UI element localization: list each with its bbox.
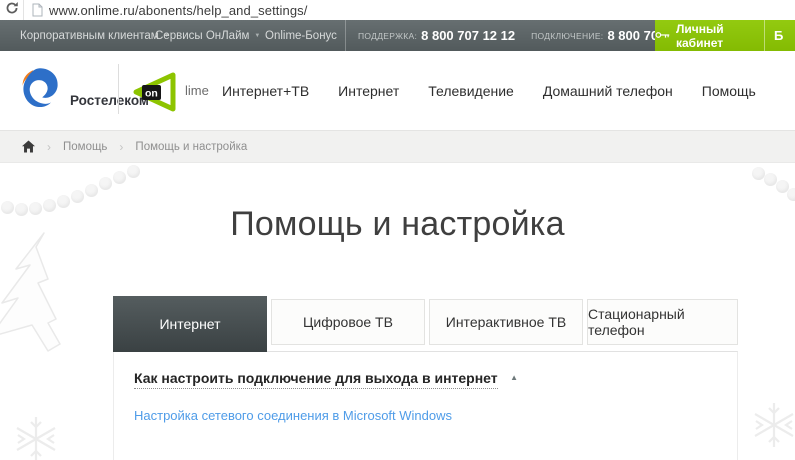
support-phone: 8 800 707 12 12 bbox=[421, 28, 516, 43]
personal-account-label: Личный кабинет bbox=[676, 21, 724, 50]
breadcrumb-item-help[interactable]: Помощь bbox=[63, 141, 107, 153]
nav-item-tv[interactable]: Телевидение bbox=[428, 83, 514, 99]
nav-item-internet[interactable]: Интернет bbox=[338, 83, 399, 99]
connection-label: ПОДКЛЮЧЕНИЕ: bbox=[531, 30, 604, 41]
key-icon bbox=[655, 27, 670, 45]
edge-button-label: Б bbox=[774, 28, 784, 43]
personal-account-button[interactable]: Личный кабинет bbox=[655, 20, 764, 51]
onlime-logo-icon: on bbox=[133, 72, 176, 112]
main-nav: Интернет+ТВ Интернет Телевидение Домашни… bbox=[222, 51, 756, 130]
topbar-link-corporate[interactable]: Корпоративным клиентам ▼ bbox=[20, 20, 170, 51]
topbar-phones: ПОДДЕРЖКА: 8 800 707 12 12 ПОДКЛЮЧЕНИЕ: … bbox=[358, 20, 701, 51]
snowflake-decoration bbox=[754, 403, 794, 447]
breadcrumb-chevron-icon: › bbox=[119, 139, 124, 154]
breadcrumb-item-current: Помощь и настройка bbox=[135, 140, 248, 153]
tab-internet[interactable]: Интернет bbox=[113, 296, 267, 352]
nav-item-internet-tv[interactable]: Интернет+ТВ bbox=[222, 83, 309, 99]
logo-divider bbox=[118, 64, 119, 114]
rostelecom-logo-icon bbox=[22, 68, 58, 108]
url-text[interactable]: www.onlime.ru/abonents/help_and_settings… bbox=[49, 3, 307, 18]
site-header: Ростелеком on lime Интернет+ТВ Интернет … bbox=[0, 51, 795, 130]
top-service-bar: Корпоративным клиентам ▼ Сервисы ОнЛайм … bbox=[0, 20, 795, 51]
topbar-link-services[interactable]: Сервисы ОнЛайм ▼ bbox=[155, 20, 260, 51]
reload-button[interactable] bbox=[0, 0, 24, 20]
home-breadcrumb-link[interactable] bbox=[22, 140, 35, 153]
accordion-question-text: Как настроить подключение для выхода в и… bbox=[134, 370, 498, 389]
nav-item-home-phone[interactable]: Домашний телефон bbox=[543, 83, 673, 99]
main-content: Помощь и настройка Интернет Цифровое ТВ … bbox=[0, 163, 795, 460]
tab-landline-phone[interactable]: Стационарный телефон bbox=[587, 299, 738, 345]
topbar-divider bbox=[345, 20, 346, 51]
support-label: ПОДДЕРЖКА: bbox=[358, 30, 418, 41]
topbar-link-bonus[interactable]: Onlime-Бонус bbox=[265, 20, 337, 51]
christmas-tree-decoration bbox=[0, 232, 61, 352]
home-icon bbox=[22, 140, 35, 153]
section-tabs: Интернет Цифровое ТВ Интерактивное ТВ Ст… bbox=[113, 296, 738, 352]
rostelecom-logo[interactable]: Ростелеком bbox=[18, 63, 149, 119]
reload-icon bbox=[5, 1, 19, 20]
tab-interactive-tv[interactable]: Интерактивное ТВ bbox=[429, 299, 583, 345]
edge-green-button[interactable]: Б bbox=[764, 20, 795, 51]
breadcrumb: › Помощь › Помощь и настройка bbox=[0, 130, 795, 163]
article-link[interactable]: Настройка сетевого соединения в Microsof… bbox=[134, 408, 452, 423]
onlime-logo-text: lime bbox=[185, 83, 209, 98]
chevron-down-icon: ▼ bbox=[254, 33, 261, 39]
collapse-arrow-icon: ▲ bbox=[510, 373, 519, 382]
onlime-logo[interactable]: on lime bbox=[131, 71, 221, 113]
breadcrumb-chevron-icon: › bbox=[47, 139, 51, 154]
tab-panel: Как настроить подключение для выхода в и… bbox=[113, 351, 738, 460]
snowflake-decoration bbox=[16, 417, 56, 460]
nav-item-help[interactable]: Помощь bbox=[702, 83, 756, 99]
svg-text:on: on bbox=[145, 88, 158, 100]
tab-digital-tv[interactable]: Цифровое ТВ bbox=[271, 299, 425, 345]
browser-address-bar: www.onlime.ru/abonents/help_and_settings… bbox=[0, 0, 795, 20]
accordion-question[interactable]: Как настроить подключение для выхода в и… bbox=[134, 370, 519, 389]
page-icon bbox=[32, 3, 43, 17]
page-title: Помощь и настройка bbox=[230, 205, 565, 243]
